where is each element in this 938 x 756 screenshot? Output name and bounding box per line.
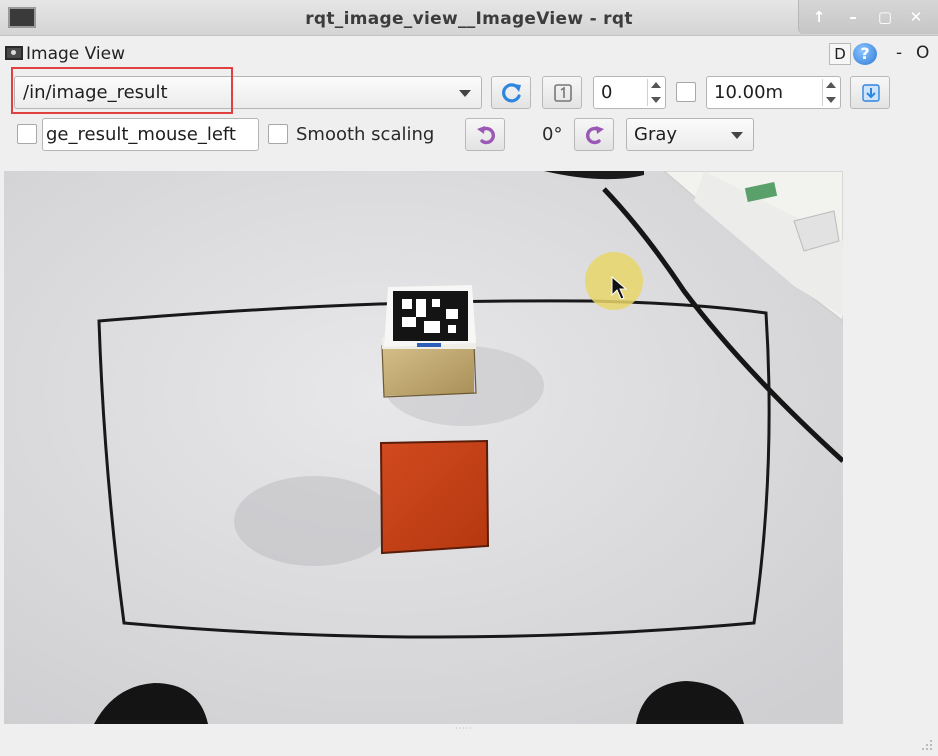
rotate-left-button[interactable] (465, 118, 505, 151)
maximize-button[interactable]: ▢ (874, 7, 896, 27)
save-image-button[interactable] (850, 76, 890, 109)
chevron-down-icon (731, 132, 743, 139)
rotate-right-button[interactable] (574, 118, 614, 151)
color-scheme-select[interactable]: Gray (626, 118, 754, 151)
topic-select-value: /in/image_result (23, 82, 168, 103)
help-icon[interactable]: ? (853, 43, 877, 65)
smooth-scaling-label: Smooth scaling (296, 124, 435, 145)
splitter-handle[interactable]: ····· (455, 724, 485, 733)
mouse-topic-value: ge_result_mouse_left (46, 124, 236, 145)
refresh-icon (502, 83, 521, 103)
smooth-scaling-checkbox[interactable] (268, 124, 288, 144)
minimize-button[interactable]: – (842, 7, 864, 27)
mouse-topic-input[interactable]: ge_result_mouse_left (42, 118, 259, 151)
refresh-topics-button[interactable] (491, 76, 531, 109)
frame-spinbox-value: 0 (601, 82, 613, 103)
camera-image[interactable] (4, 171, 843, 724)
title-bar: rqt_image_view__ImageView - rqt ↑ – ▢ ✕ (0, 0, 938, 36)
image-view-icon (5, 46, 23, 60)
chevron-down-icon (459, 90, 471, 97)
duration-spinbox[interactable]: 10.00m (706, 76, 841, 109)
dynamic-range-checkbox[interactable] (676, 82, 696, 102)
mouse-publish-checkbox[interactable] (17, 124, 37, 144)
dock-config-button[interactable]: D (829, 43, 851, 65)
spinbox-arrows[interactable] (647, 79, 663, 106)
duration-spinbox-value: 10.00m (714, 82, 784, 103)
rotate-left-icon (477, 126, 495, 145)
rotation-value: 0° (542, 124, 563, 145)
zoom-one-button[interactable] (542, 76, 582, 109)
keep-above-button[interactable]: ↑ (808, 7, 830, 27)
dock-header: Image View D ? - O (0, 40, 938, 66)
rotate-right-icon (586, 126, 604, 145)
close-button[interactable]: ✕ (905, 7, 927, 27)
app-window: rqt_image_view__ImageView - rqt ↑ – ▢ ✕ … (0, 0, 938, 756)
frame-spinbox[interactable]: 0 (593, 76, 666, 109)
dock-title: Image View (26, 44, 125, 64)
zoom-one-icon (554, 84, 572, 102)
save-icon (862, 84, 880, 102)
color-scheme-value: Gray (634, 124, 678, 145)
window-controls: ↑ – ▢ ✕ (798, 0, 938, 34)
topic-select[interactable]: /in/image_result (14, 76, 482, 109)
dock-minimize-button[interactable]: - (896, 43, 902, 63)
dock-close-button[interactable]: O (916, 43, 929, 63)
resize-grip-icon[interactable] (920, 738, 934, 752)
spinbox-arrows[interactable] (822, 79, 838, 106)
camera-image-drawing (4, 171, 843, 724)
